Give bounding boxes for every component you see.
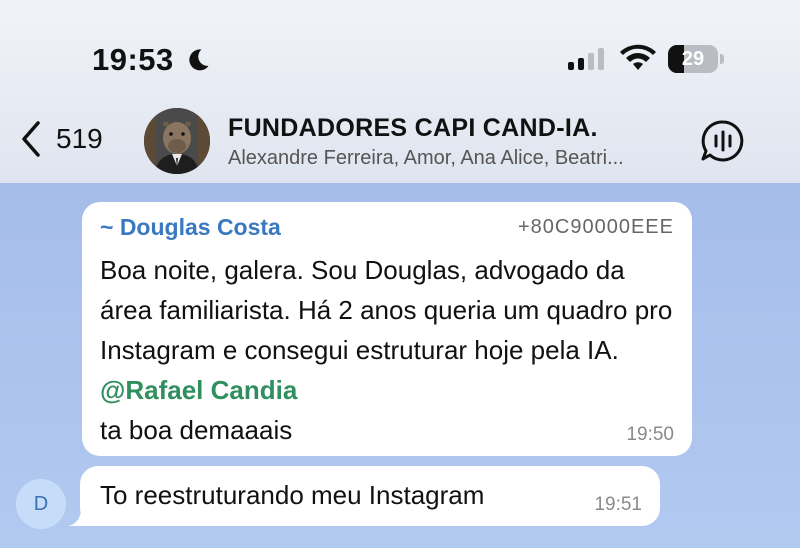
message-time: 19:51 <box>594 494 642 515</box>
unread-count: 519 <box>56 123 103 154</box>
chat-header: 19:53 29 519 FUNDADORES CAPI CAND-IA. Al… <box>0 0 800 183</box>
sender-name[interactable]: ~ Douglas Costa <box>100 214 281 241</box>
message-bubble[interactable]: To reestruturando meu Instagram 19:51 <box>80 466 660 526</box>
message-text: To reestruturando meu Instagram <box>100 480 485 510</box>
sender-avatar[interactable]: D <box>16 479 66 529</box>
wifi-icon <box>620 44 656 70</box>
chat-members: Alexandre Ferreira, Amor, Ana Alice, Bea… <box>228 147 624 169</box>
status-bar: 19:53 29 <box>0 38 800 82</box>
chat-title: FUNDADORES CAPI CAND-IA. <box>228 114 598 142</box>
battery-icon: 29 <box>668 45 724 73</box>
chevron-left-icon <box>22 121 40 157</box>
message-text-part: ta boa demaaais <box>100 415 293 445</box>
back-button[interactable]: 519 <box>18 114 118 164</box>
message-text-part: Boa noite, galera. Sou Douglas, advogado… <box>100 255 673 365</box>
voice-chat-icon[interactable] <box>700 118 746 164</box>
message-time: 19:50 <box>626 424 674 445</box>
battery-level: 29 <box>681 48 705 70</box>
message-text: Boa noite, galera. Sou Douglas, advogado… <box>100 250 680 450</box>
status-time: 19:53 <box>92 42 174 77</box>
cellular-signal-icon <box>568 48 604 70</box>
sender-phone: +80C90000EEE <box>517 216 674 238</box>
chat-title-block[interactable]: FUNDADORES CAPI CAND-IA. Alexandre Ferre… <box>228 114 688 170</box>
group-avatar[interactable] <box>144 108 210 174</box>
moon-icon <box>189 49 209 71</box>
chat-nav: 519 FUNDADORES CAPI CAND-IA. Alexandre F… <box>0 104 800 180</box>
mention-link[interactable]: @Rafael Candia <box>100 375 297 405</box>
message-bubble[interactable]: ~ Douglas Costa +80C90000EEE Boa noite, … <box>82 202 692 456</box>
